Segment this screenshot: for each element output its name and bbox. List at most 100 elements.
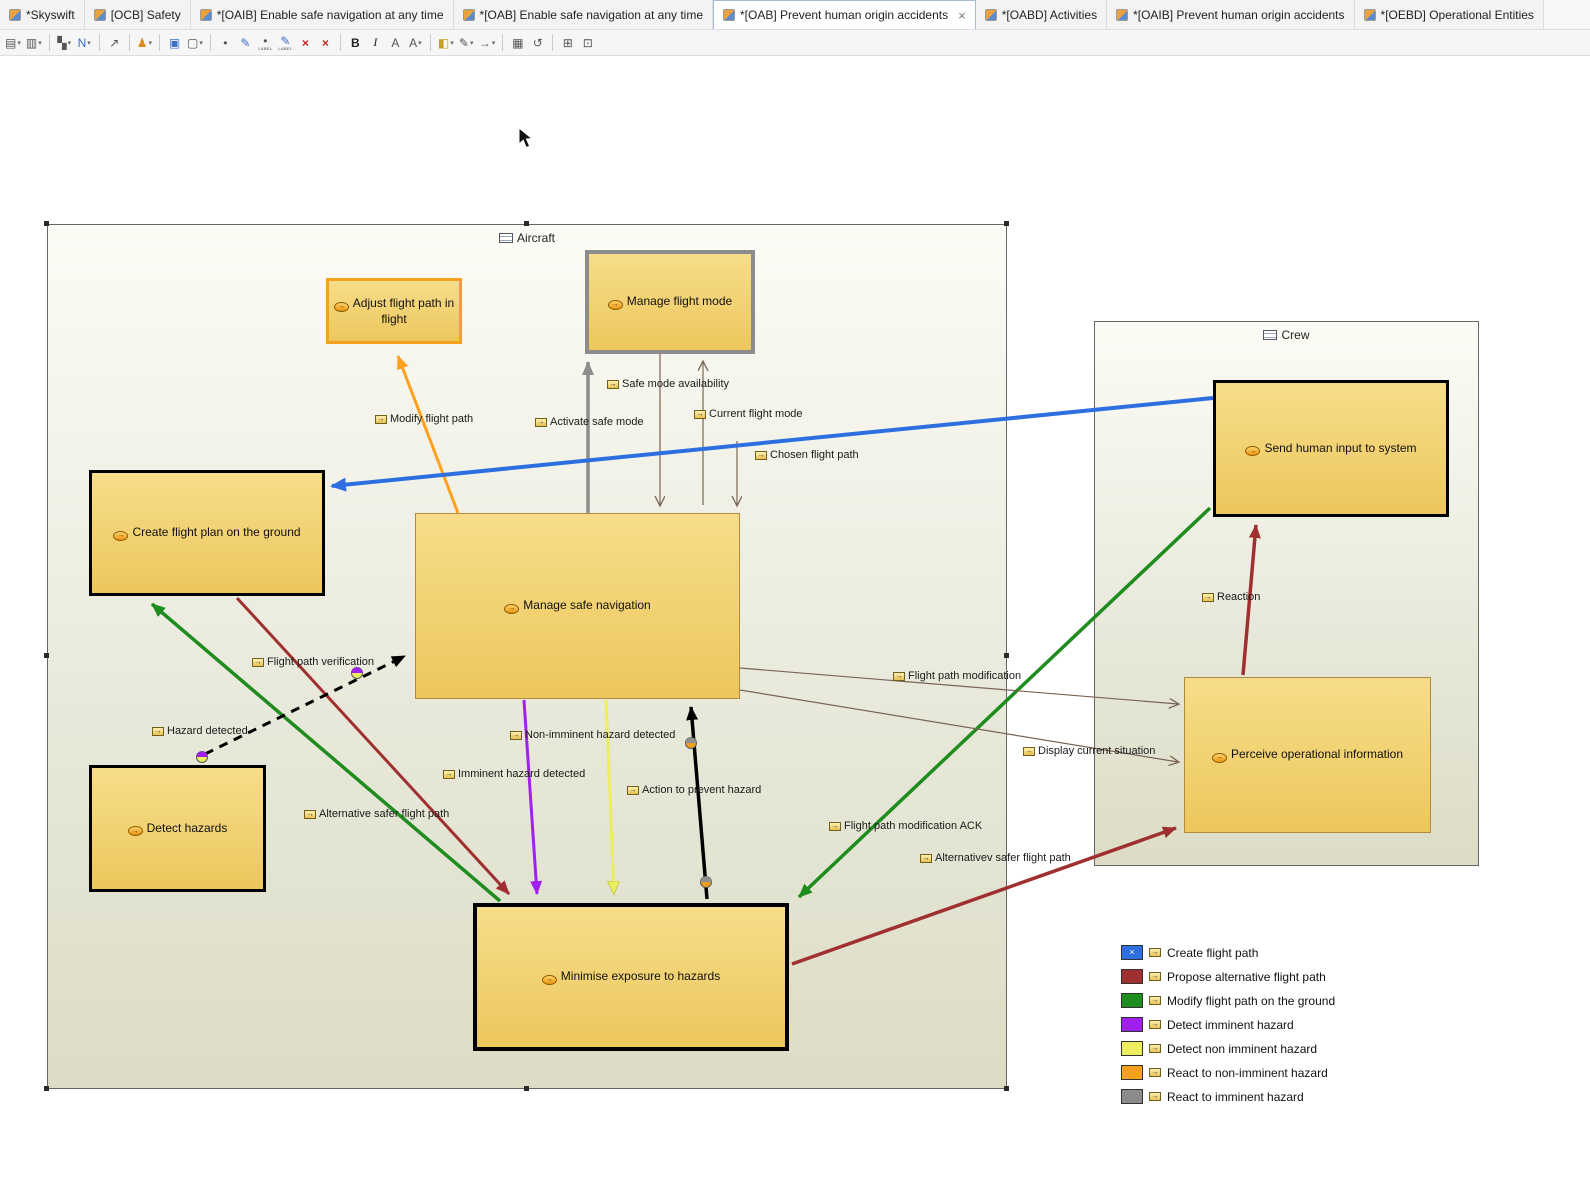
tab-skyswift[interactable]: *Skyswift — [0, 0, 85, 29]
hide-label-button[interactable]: ✎LABEL — [277, 33, 294, 53]
node-manage-flight-mode[interactable]: →Manage flight mode — [585, 250, 755, 354]
line-color-button[interactable]: ✎▾ — [458, 33, 475, 53]
selection-handle[interactable] — [1004, 1086, 1009, 1091]
outline-button[interactable]: ▤▾ — [4, 33, 22, 53]
allocation-button[interactable]: ♟▾ — [136, 33, 153, 53]
exchange-label-flight-path-modification-ack[interactable]: →Flight path modification ACK — [829, 820, 982, 832]
exchange-icon: → — [1149, 1020, 1161, 1029]
italic-button[interactable]: I — [367, 33, 384, 53]
exchange-label-reaction[interactable]: →Reaction — [1202, 591, 1260, 603]
tab-oabd-activities[interactable]: *[OABD] Activities — [976, 0, 1107, 29]
legend-item-react-to-non-imminent-hazard[interactable]: →React to non-imminent hazard — [1121, 1065, 1335, 1080]
exchange-label-alternativev-safer-flight-path[interactable]: →Alternativev safer flight path — [920, 852, 1071, 864]
legend-swatch — [1121, 1017, 1143, 1032]
diagram-toolbar: ▤▾ ▥▾ ▚▾ N▾ ↗ ♟▾ ▣ ▢▾ • ✎ •LABEL ✎LABEL … — [0, 30, 1590, 56]
chevron-down-icon: ▾ — [199, 39, 203, 47]
font-color-button[interactable]: A▾ — [407, 33, 424, 53]
outline-icon: ▤ — [5, 36, 16, 50]
exchange-label-flight-path-modification[interactable]: →Flight path modification — [893, 670, 1021, 682]
view-mode-button[interactable]: ▥▾ — [25, 33, 43, 53]
node-label: Perceive operational information — [1231, 747, 1403, 761]
selection-handle[interactable] — [44, 221, 49, 226]
chevron-down-icon: ▾ — [148, 39, 152, 47]
selection-handle[interactable] — [1004, 221, 1009, 226]
bold-button[interactable]: B — [347, 33, 364, 53]
exchange-icon: → — [443, 770, 455, 779]
operational-entity-icon — [1263, 330, 1277, 340]
exchange-label-current-flight-mode[interactable]: →Current flight mode — [694, 408, 803, 420]
delete-from-diagram-button[interactable]: × — [297, 33, 314, 53]
view-mode-icon: ▥ — [26, 36, 37, 50]
exchange-label-flight-path-verification[interactable]: →Flight path verification — [252, 656, 374, 668]
font-style-button[interactable]: A — [387, 33, 404, 53]
dot-icon: • — [223, 36, 227, 50]
selection-handle[interactable] — [524, 221, 529, 226]
delete-from-model-button[interactable]: × — [317, 33, 334, 53]
node-create-flight-plan-on-the-ground[interactable]: →Create flight plan on the ground — [89, 470, 325, 596]
exchange-label-hazard-detected[interactable]: →Hazard detected — [152, 725, 248, 737]
export-icon: ↗ — [109, 36, 119, 50]
tab-oaib-prevent-human-origin-accidents[interactable]: *[OAIB] Prevent human origin accidents — [1107, 0, 1354, 29]
fill-color-button[interactable]: ◧▾ — [437, 33, 455, 53]
exchange-icon: → — [607, 380, 619, 389]
node-perceive-operational-information[interactable]: →Perceive operational information — [1184, 677, 1431, 833]
tab-oab-enable-safe-navigation[interactable]: *[OAB] Enable safe navigation at any tim… — [454, 0, 713, 29]
exchange-icon: → — [252, 658, 264, 667]
exchange-label-alternative-safer-flight-path[interactable]: →Alternative safer flight path — [304, 808, 449, 820]
chevron-down-icon: ▾ — [68, 39, 72, 47]
insert-image-button[interactable]: ▦ — [509, 33, 526, 53]
node-detect-hazards[interactable]: →Detect hazards — [89, 765, 266, 892]
tab-oaib-enable-safe-navigation[interactable]: *[OAIB] Enable safe navigation at any ti… — [191, 0, 454, 29]
legend-item-modify-flight-path-on-the-ground[interactable]: →Modify flight path on the ground — [1121, 993, 1335, 1008]
legend-item-create-flight-path[interactable]: ×→Create flight path — [1121, 945, 1335, 960]
tab-ocb-safety[interactable]: [OCB] Safety — [85, 0, 191, 29]
node-adjust-flight-path-in-flight[interactable]: →Adjust flight path in flight — [326, 278, 462, 344]
tab-oab-prevent-human-origin-accidents[interactable]: *[OAB] Prevent human origin accidents× — [713, 0, 976, 29]
node-manage-safe-navigation[interactable]: →Manage safe navigation — [415, 513, 740, 699]
node-minimise-exposure-to-hazards[interactable]: →Minimise exposure to hazards — [473, 903, 789, 1051]
selection-handle[interactable] — [1004, 653, 1009, 658]
selection-handle[interactable] — [524, 1086, 529, 1091]
export-image-button[interactable]: ↗ — [106, 33, 123, 53]
toolbar-separator — [129, 34, 130, 51]
exchange-icon: → — [755, 451, 767, 460]
line-style-button[interactable]: →▾ — [478, 33, 497, 53]
legend-item-propose-alternative-flight-path[interactable]: →Propose alternative flight path — [1121, 969, 1335, 984]
container-crew-label: Crew — [1095, 328, 1478, 342]
add-note-button[interactable]: N▾ — [76, 33, 93, 53]
exchange-label-safe-mode-availability[interactable]: →Safe mode availability — [607, 378, 729, 390]
paste-format-button[interactable]: ▢▾ — [186, 33, 204, 53]
exchange-label-activate-safe-mode[interactable]: →Activate safe mode — [535, 416, 644, 428]
filters-button[interactable]: ▚▾ — [56, 33, 73, 53]
default-style-button[interactable]: • — [217, 33, 234, 53]
node-label: Manage flight mode — [627, 294, 732, 308]
copy-format-button[interactable]: ▣ — [166, 33, 183, 53]
exchange-label-modify-flight-path[interactable]: →Modify flight path — [375, 413, 473, 425]
exchange-label-chosen-flight-path[interactable]: →Chosen flight path — [755, 449, 859, 461]
delete-icon: × — [302, 36, 309, 50]
exchange-label-non-imminent-hazard-detected[interactable]: →Non-imminent hazard detected — [510, 729, 675, 741]
snapshot-button[interactable]: ⊡ — [579, 33, 596, 53]
edit-style-button[interactable]: ✎ — [237, 33, 254, 53]
diagram-canvas[interactable]: Aircraft Crew — [0, 56, 1590, 1198]
node-label: Detect hazards — [147, 821, 228, 835]
exchange-label-imminent-hazard-detected[interactable]: →Imminent hazard detected — [443, 768, 585, 780]
exchange-label-action-to-prevent-hazard[interactable]: →Action to prevent hazard — [627, 784, 761, 796]
show-label-button[interactable]: •LABEL — [257, 33, 274, 53]
diagram-icon — [94, 9, 106, 21]
arrange-button[interactable]: ⊞ — [559, 33, 576, 53]
diagram-icon — [1364, 9, 1376, 21]
tab-oebd-operational-entities[interactable]: *[OEBD] Operational Entities — [1355, 0, 1544, 29]
diagram-icon — [200, 9, 212, 21]
legend-item-detect-non-imminent-hazard[interactable]: →Detect non imminent hazard — [1121, 1041, 1335, 1056]
exchange-icon: → — [627, 786, 639, 795]
exchange-label-display-current-situation[interactable]: →Display current situation — [1023, 745, 1155, 757]
label-caption: LABEL — [258, 47, 272, 51]
reset-style-button[interactable]: ↺ — [529, 33, 546, 53]
node-send-human-input-to-system[interactable]: →Send human input to system — [1213, 380, 1449, 517]
legend-item-react-to-imminent-hazard[interactable]: →React to imminent hazard — [1121, 1089, 1335, 1104]
close-icon[interactable]: × — [958, 9, 966, 22]
legend-item-detect-imminent-hazard[interactable]: →Detect imminent hazard — [1121, 1017, 1335, 1032]
selection-handle[interactable] — [44, 1086, 49, 1091]
selection-handle[interactable] — [44, 653, 49, 658]
